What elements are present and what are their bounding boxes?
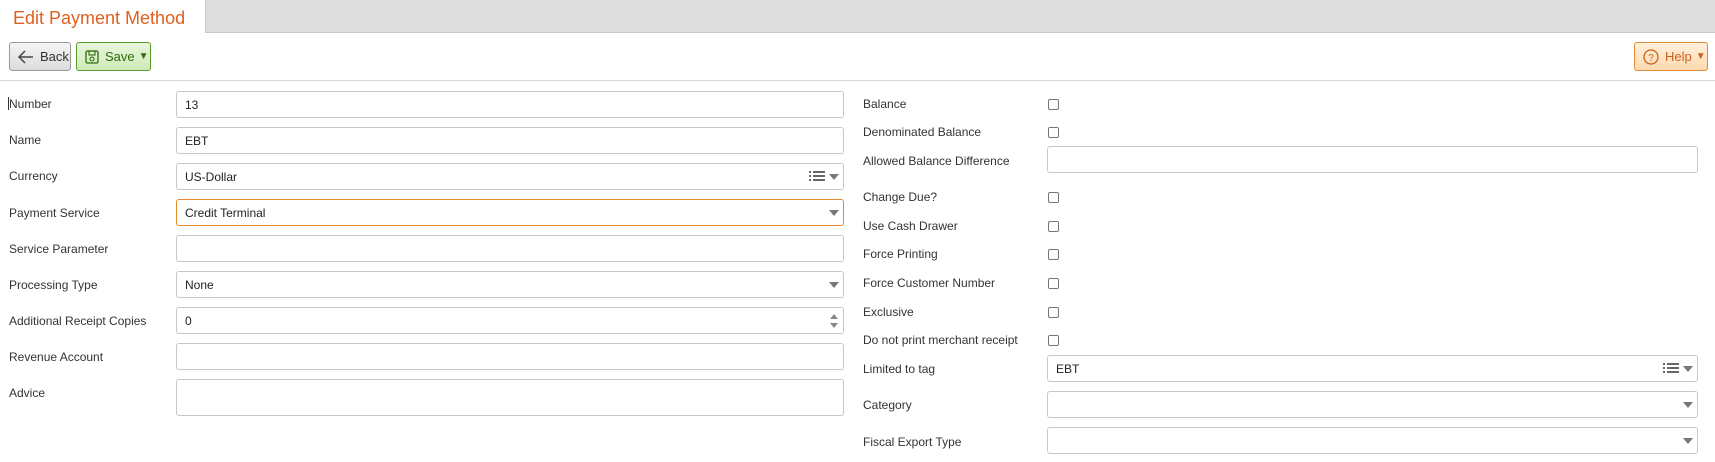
label-category: Category (863, 398, 912, 412)
help-label: Help (1665, 49, 1692, 64)
limited-to-tag-value: EBT (1056, 362, 1080, 376)
label-additional-receipt-copies: Additional Receipt Copies (9, 314, 147, 328)
label-force-printing: Force Printing (863, 247, 938, 261)
label-processing-type: Processing Type (9, 278, 98, 292)
arrow-left-icon (18, 49, 34, 64)
revenue-account-field[interactable] (176, 343, 844, 370)
do-not-print-merchant-receipt-checkbox[interactable] (1048, 335, 1059, 346)
use-cash-drawer-checkbox[interactable] (1048, 221, 1059, 232)
processing-type-value: None (185, 278, 214, 292)
toolbar: Back Save ▼ ? Help ▼ (0, 33, 1715, 81)
label-payment-service: Payment Service (9, 206, 100, 220)
label-use-cash-drawer: Use Cash Drawer (863, 219, 958, 233)
currency-value: US-Dollar (185, 170, 238, 184)
denominated-balance-checkbox[interactable] (1048, 127, 1059, 138)
number-field[interactable]: 13 (176, 91, 844, 118)
additional-receipt-copies-stepper[interactable]: 0 (176, 307, 844, 334)
back-label: Back (40, 49, 69, 64)
fiscal-export-type-select[interactable] (1047, 427, 1698, 454)
label-currency: Currency (9, 169, 58, 183)
page-title: Edit Payment Method (13, 8, 186, 28)
force-printing-checkbox[interactable] (1048, 249, 1059, 260)
chevron-down-icon: ▼ (1695, 51, 1706, 62)
name-value: EBT (185, 134, 209, 148)
save-label: Save (105, 49, 135, 64)
label-limited-to-tag: Limited to tag (863, 362, 936, 376)
question-circle-icon: ? (1643, 48, 1659, 65)
name-field[interactable]: EBT (176, 127, 844, 154)
stepper-arrows-icon[interactable] (829, 311, 839, 331)
back-button[interactable]: Back (9, 42, 71, 71)
label-exclusive: Exclusive (863, 305, 914, 319)
exclusive-checkbox[interactable] (1048, 307, 1059, 318)
change-due-checkbox[interactable] (1048, 192, 1059, 203)
additional-receipt-copies-value: 0 (185, 314, 192, 328)
tab-bar: Edit Payment Method (0, 0, 1715, 34)
list-icon[interactable] (1663, 362, 1679, 377)
help-button[interactable]: ? Help ▼ (1634, 42, 1708, 71)
label-number: Number (9, 97, 52, 111)
payment-service-select[interactable]: Credit Terminal (176, 199, 844, 226)
chevron-down-icon[interactable] (829, 174, 839, 180)
tab-edit-payment-method[interactable]: Edit Payment Method (0, 0, 206, 34)
svg-text:?: ? (1648, 53, 1654, 64)
label-revenue-account: Revenue Account (9, 350, 104, 364)
floppy-disk-icon (85, 49, 99, 64)
category-select[interactable] (1047, 391, 1698, 418)
label-denominated-balance: Denominated Balance (863, 125, 982, 139)
currency-select[interactable]: US-Dollar (176, 163, 844, 190)
force-customer-number-checkbox[interactable] (1048, 278, 1059, 289)
list-icon[interactable] (809, 170, 825, 185)
chevron-down-icon[interactable] (829, 282, 839, 288)
chevron-down-icon[interactable] (1683, 366, 1693, 372)
label-force-customer-number: Force Customer Number (863, 276, 996, 290)
label-advice: Advice (9, 386, 46, 400)
advice-textarea[interactable] (176, 379, 844, 416)
processing-type-select[interactable]: None (176, 271, 844, 298)
label-do-not-print-merchant-receipt: Do not print merchant receipt (863, 333, 1018, 347)
label-change-due: Change Due? (863, 190, 938, 204)
chevron-down-icon: ▼ (138, 51, 149, 62)
chevron-down-icon[interactable] (1683, 438, 1693, 444)
label-allowed-balance-difference: Allowed Balance Difference (863, 154, 1010, 168)
balance-checkbox[interactable] (1048, 99, 1059, 110)
save-button[interactable]: Save ▼ (76, 42, 151, 71)
label-fiscal-export-type: Fiscal Export Type (863, 435, 962, 449)
limited-to-tag-select[interactable]: EBT (1047, 355, 1698, 382)
label-name: Name (9, 133, 42, 147)
payment-service-value: Credit Terminal (185, 206, 266, 220)
allowed-balance-difference-field[interactable] (1047, 146, 1698, 173)
label-balance: Balance (863, 97, 907, 111)
chevron-down-icon[interactable] (829, 210, 839, 216)
label-service-parameter: Service Parameter (9, 242, 109, 256)
number-value: 13 (185, 98, 199, 112)
chevron-down-icon[interactable] (1683, 402, 1693, 408)
service-parameter-field[interactable] (176, 235, 844, 262)
